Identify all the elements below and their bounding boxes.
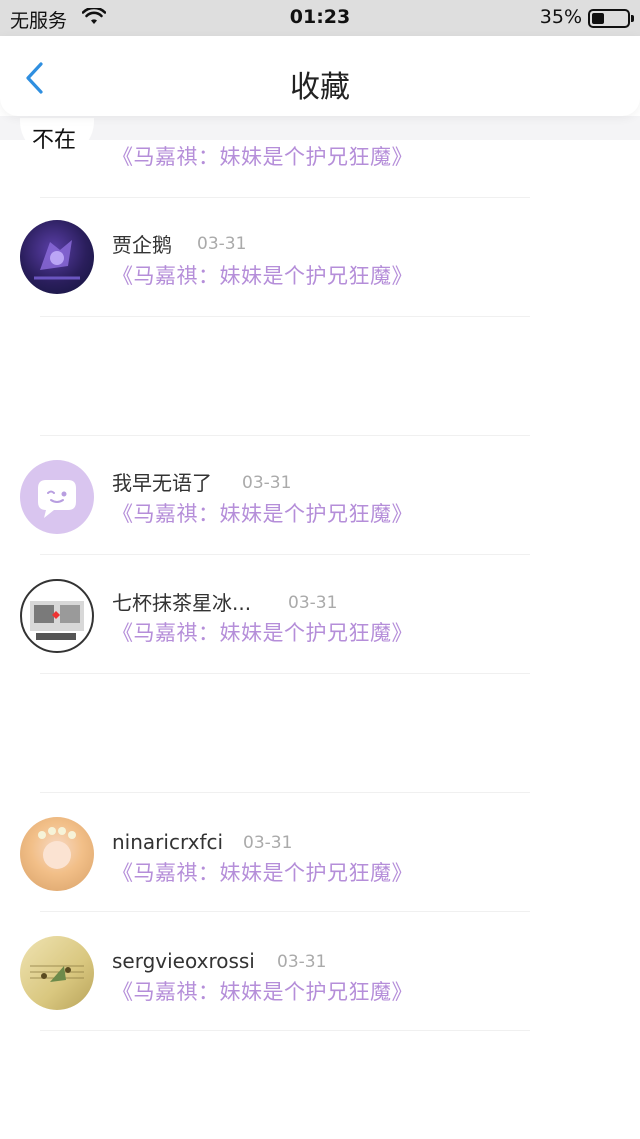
item-quote: 《马嘉祺：妹妹是个护兄狂魔》 xyxy=(112,264,413,288)
item-date: 03-31 xyxy=(277,952,327,972)
item-quote: 《马嘉祺：妹妹是个护兄狂魔》 xyxy=(112,621,413,645)
favorites-list: 不在 《马嘉祺：妹妹是个护兄狂魔》 贾企鹅 03-31 《马嘉祺：妹妹是个护兄狂… xyxy=(0,118,640,1139)
list-item[interactable]: 七杯抹茶星冰... 03-31 《马嘉祺：妹妹是个护兄狂魔》 xyxy=(0,555,640,674)
item-date: 03-31 xyxy=(242,473,292,493)
list-item[interactable] xyxy=(0,317,640,436)
avatar-text: 不在 xyxy=(32,128,77,153)
avatar xyxy=(20,936,94,1010)
item-quote: 《马嘉祺：妹妹是个护兄狂魔》 xyxy=(112,502,413,526)
list-item[interactable] xyxy=(0,674,640,793)
list-item[interactable]: sergvieoxrossi 03-31 《马嘉祺：妹妹是个护兄狂魔》 xyxy=(0,912,640,1031)
item-quote: 《马嘉祺：妹妹是个护兄狂魔》 xyxy=(112,980,413,1004)
item-quote: 《马嘉祺：妹妹是个护兄狂魔》 xyxy=(112,145,413,169)
item-date: 03-31 xyxy=(197,234,247,254)
battery-fill xyxy=(592,13,604,24)
list-item[interactable]: 我早无语了 03-31 《马嘉祺：妹妹是个护兄狂魔》 xyxy=(0,436,640,555)
item-name: sergvieoxrossi xyxy=(112,949,255,973)
item-date: 03-31 xyxy=(288,593,338,613)
list-item[interactable] xyxy=(0,1031,640,1139)
item-name: ninaricrxfci xyxy=(112,830,224,854)
battery-percent: 35% xyxy=(539,6,582,28)
avatar xyxy=(20,220,94,294)
list-item[interactable]: ninaricrxfci 03-31 《马嘉祺：妹妹是个护兄狂魔》 xyxy=(0,793,640,912)
avatar xyxy=(20,817,94,891)
list-item[interactable]: 不在 《马嘉祺：妹妹是个护兄狂魔》 xyxy=(0,118,640,198)
item-name: 贾企鹅 xyxy=(112,233,172,257)
page-title: 收藏 xyxy=(290,70,350,105)
status-bar: 无服务 01:23 35% xyxy=(0,0,640,36)
nav-header: 收藏 xyxy=(0,36,640,116)
item-quote: 《马嘉祺：妹妹是个护兄狂魔》 xyxy=(112,861,413,885)
avatar xyxy=(20,579,94,653)
avatar: 不在 xyxy=(20,118,94,158)
battery-icon xyxy=(588,9,634,28)
item-date: 03-31 xyxy=(243,833,293,853)
item-name: 七杯抹茶星冰... xyxy=(112,591,252,615)
list-item[interactable]: 贾企鹅 03-31 《马嘉祺：妹妹是个护兄狂魔》 xyxy=(0,198,640,317)
item-name: 我早无语了 xyxy=(112,471,212,495)
chat-bubble-icon xyxy=(38,480,76,518)
avatar xyxy=(20,460,94,534)
